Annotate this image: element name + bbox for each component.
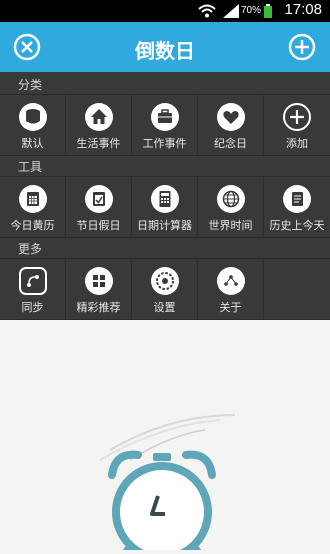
section-title-more: 更多 <box>18 242 43 256</box>
sync-icon <box>19 267 47 295</box>
section-title-tools: 工具 <box>18 160 43 174</box>
menu-item-about[interactable]: 关于 <box>198 259 264 319</box>
menu-item-label: 添加 <box>286 137 308 150</box>
menu-item-anniversary[interactable]: 纪念日 <box>198 95 264 155</box>
calculator-icon <box>151 185 179 213</box>
menu-item-almanac[interactable]: 今日黄历 <box>0 177 66 237</box>
notebook-icon <box>283 185 311 213</box>
add-icon[interactable] <box>287 32 317 62</box>
main-content <box>0 320 330 554</box>
menu-item-date-calculator[interactable]: 日期计算器 <box>132 177 198 237</box>
title-bar: 倒数日 <box>0 22 330 72</box>
briefcase-icon <box>151 103 179 131</box>
categories-row: 默认 生活事件 工作事件 纪念日 添加 <box>0 94 330 156</box>
heart-icon <box>217 103 245 131</box>
clock: 17:08 <box>284 1 322 18</box>
section-title-categories: 分类 <box>18 78 43 92</box>
alarm-clock-illustration <box>99 414 236 554</box>
menu-item-life[interactable]: 生活事件 <box>66 95 132 155</box>
home-icon <box>85 103 113 131</box>
menu-item-sync[interactable]: 同步 <box>0 259 66 319</box>
battery-percent: 70% <box>241 5 262 16</box>
more-row: 同步 精彩推荐 设置 关于 <box>0 258 330 320</box>
menu-item-label: 历史上今天 <box>269 219 325 232</box>
menu-item-work[interactable]: 工作事件 <box>132 95 198 155</box>
page-title: 倒数日 <box>135 39 195 63</box>
plus-icon <box>283 103 311 131</box>
tools-row: 今日黄历 节日假日 日期计算器 世界时间 历史上今天 <box>0 176 330 238</box>
settings-icon <box>151 267 179 295</box>
menu-item-history-today[interactable]: 历史上今天 <box>264 177 330 237</box>
almanac-calendar-icon <box>19 185 47 213</box>
status-bar: 70% 17:08 <box>0 0 330 22</box>
menu-item-default[interactable]: 默认 <box>0 95 66 155</box>
wifi-icon <box>198 4 216 18</box>
database-icon <box>19 103 47 131</box>
menu-item-settings[interactable]: 设置 <box>132 259 198 319</box>
menu-item-world-time[interactable]: 世界时间 <box>198 177 264 237</box>
holiday-calendar-icon <box>85 185 113 213</box>
globe-icon <box>217 185 245 213</box>
battery-icon <box>264 4 272 18</box>
grid-icon <box>85 267 113 295</box>
menu-item-recommend[interactable]: 精彩推荐 <box>66 259 132 319</box>
signal-icon <box>223 4 239 18</box>
alarm-clock-icon <box>108 450 216 554</box>
menu-item-label: 关于 <box>219 301 242 314</box>
about-icon <box>217 267 245 295</box>
menu-item-holidays[interactable]: 节日假日 <box>66 177 132 237</box>
category-menu: 分类 默认 生活事件 工作事件 纪念日 添加 工具 今日黄历 节日假日 日期计算… <box>0 72 330 320</box>
menu-item-add[interactable]: 添加 <box>264 95 330 155</box>
